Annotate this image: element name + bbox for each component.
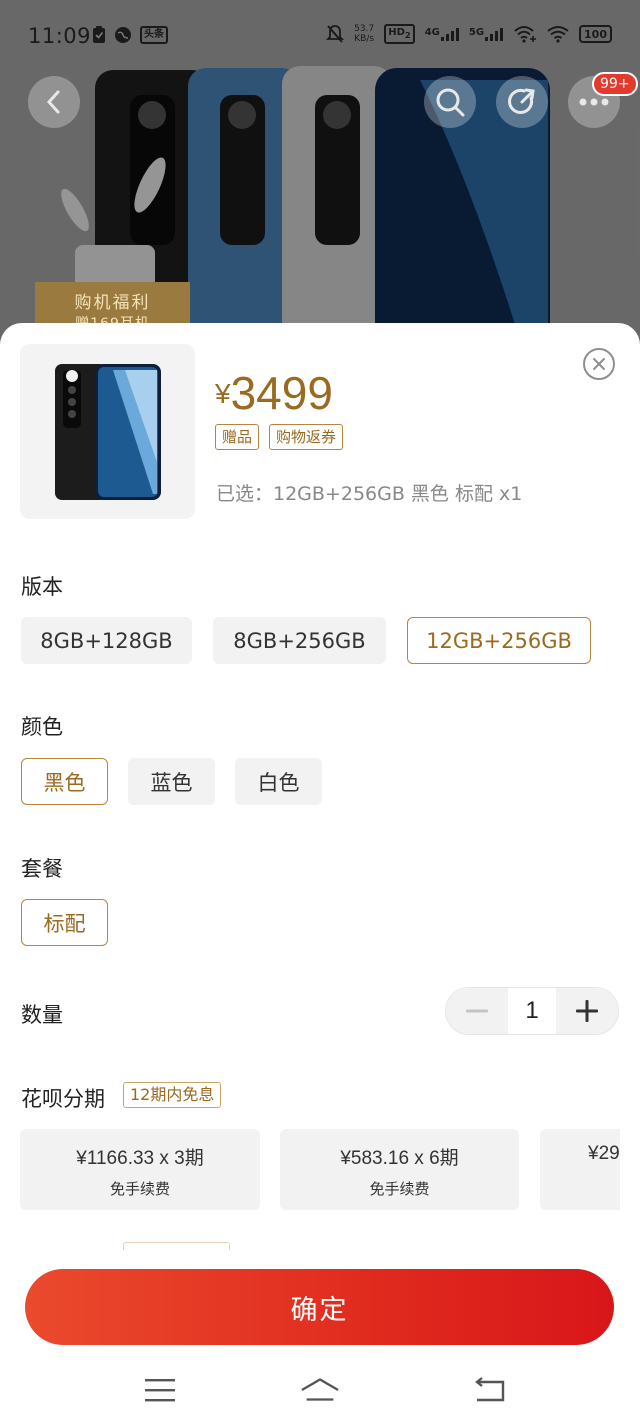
- status-right-icons: 53.7 KB/s HD2 4G 5G 100: [326, 24, 612, 44]
- version-option-8-256[interactable]: 8GB+256GB: [213, 617, 386, 664]
- bell-off-icon: [326, 25, 345, 43]
- phone-thumbnail-image: [54, 363, 161, 500]
- quantity-value[interactable]: 1: [508, 997, 556, 1025]
- status-left-icons: 头条: [92, 26, 168, 44]
- back-button[interactable]: [28, 76, 80, 128]
- color-section-title: 颜色: [21, 715, 63, 739]
- toutiao-icon: 头条: [140, 26, 168, 44]
- wifi-plus-icon: [514, 26, 537, 43]
- promo-line1: 购机福利: [74, 293, 151, 313]
- quantity-decrease-button[interactable]: [446, 988, 508, 1034]
- minus-icon: [466, 1009, 488, 1013]
- close-sheet-button[interactable]: [583, 348, 615, 380]
- cart-badge: 99+: [592, 72, 638, 96]
- quantity-stepper: 1: [445, 987, 619, 1035]
- home-nav-button[interactable]: [300, 1370, 340, 1410]
- status-time: 11:09: [28, 24, 92, 48]
- home-icon: [301, 1378, 339, 1401]
- installment-fee-note: 免手续费: [109, 1180, 170, 1198]
- plus-icon: [576, 1000, 598, 1022]
- gift-tag: 赠品: [215, 424, 260, 450]
- hd-icon: HD2: [384, 24, 415, 44]
- interest-free-badge: 12期内免息: [123, 1082, 222, 1108]
- installment-options: ¥1166.33 x 3期 免手续费 ¥583.16 x 6期 免手续费 ¥29: [20, 1129, 620, 1211]
- net-speed: 53.7 KB/s: [354, 24, 374, 44]
- installment-amount: ¥1166.33 x 3期: [76, 1148, 204, 1169]
- net-speed-value: 53.7: [354, 24, 375, 34]
- installment-option-12[interactable]: ¥29: [540, 1129, 620, 1210]
- next-section-peek: [123, 1242, 230, 1250]
- installment-section-title: 花呗分期: [21, 1087, 105, 1111]
- share-icon: [508, 88, 535, 114]
- wifi-icon: [547, 26, 569, 43]
- price-value: 3499: [230, 367, 333, 419]
- installment-option-3[interactable]: ¥1166.33 x 3期 免手续费: [20, 1129, 260, 1210]
- version-section-title: 版本: [21, 575, 63, 599]
- hd-sub: 2: [404, 30, 411, 40]
- clipboard-icon: [93, 26, 105, 43]
- selected-summary: 已选：12GB+256GB 黑色 标配 x1: [216, 483, 523, 505]
- hd-label: HD: [388, 27, 405, 38]
- signal-4g-icon: 4G: [425, 27, 459, 41]
- back-nav-button[interactable]: [470, 1370, 510, 1410]
- battery-level: 100: [584, 27, 607, 41]
- net-5g-label: 5G: [468, 27, 485, 38]
- version-option-12-256[interactable]: 12GB+256GB: [407, 617, 591, 664]
- search-icon: [436, 88, 465, 117]
- product-thumbnail: [20, 344, 195, 519]
- system-nav-bar: [0, 1360, 640, 1427]
- search-button[interactable]: [424, 76, 476, 128]
- color-option-blue[interactable]: 蓝色: [128, 758, 215, 805]
- package-section-title: 套餐: [21, 857, 63, 881]
- quantity-section-title: 数量: [21, 1003, 63, 1027]
- battery-icon: 100: [579, 25, 612, 43]
- back-arrow-icon: [475, 1377, 505, 1402]
- quantity-increase-button[interactable]: [556, 988, 618, 1034]
- color-option-black[interactable]: 黑色: [21, 758, 108, 805]
- globe-icon: [115, 27, 131, 43]
- net-4g-label: 4G: [424, 27, 440, 38]
- product-price: ¥3499: [215, 366, 333, 420]
- menu-nav-button[interactable]: [140, 1370, 180, 1410]
- currency-symbol: ¥: [215, 378, 231, 409]
- product-tags: 赠品 购物返券: [215, 424, 344, 450]
- color-option-white[interactable]: 白色: [235, 758, 322, 805]
- version-option-8-128[interactable]: 8GB+128GB: [21, 617, 192, 664]
- installment-amount: ¥583.16 x 6期: [340, 1148, 459, 1169]
- menu-icon: [145, 1379, 175, 1402]
- close-icon: [593, 358, 605, 370]
- coupon-tag: 购物返券: [269, 424, 344, 450]
- status-bar: 11:09 头条 53.7 KB/s HD2 4G 5G 100: [0, 0, 640, 72]
- chevron-left-icon: [46, 90, 60, 114]
- confirm-button[interactable]: 确定: [25, 1269, 614, 1345]
- net-speed-unit: KB/s: [354, 34, 375, 44]
- installment-amount: ¥29: [588, 1143, 620, 1164]
- signal-5g-icon: 5G: [468, 27, 504, 41]
- installment-fee-note: 免手续费: [369, 1180, 430, 1198]
- installment-option-6[interactable]: ¥583.16 x 6期 免手续费: [280, 1129, 519, 1210]
- package-option-standard[interactable]: 标配: [21, 899, 108, 946]
- more-dots-icon: [579, 98, 609, 106]
- share-button[interactable]: [496, 76, 548, 128]
